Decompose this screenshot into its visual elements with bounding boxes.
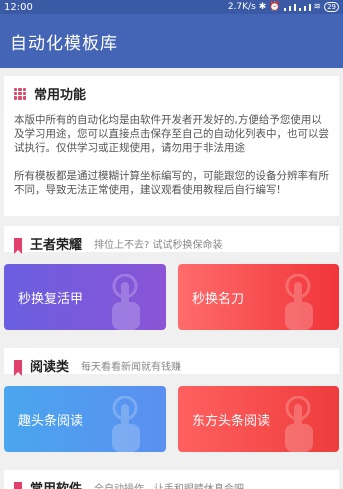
bookmark-icon	[14, 237, 22, 254]
tile-name-blade[interactable]: 秒换名刀	[178, 264, 339, 330]
battery-icon: 29	[324, 2, 339, 12]
network-speed: 2.7K/s	[227, 2, 256, 12]
intro-paragraph-2: 所有模板都是通过模糊计算坐标编写的，可能跟您的设备分辨率有所不同，导致无法正常使…	[14, 170, 329, 196]
signal-icon	[283, 3, 296, 11]
section-head: 常用软件 全自动操作，让手和眼睛休息会吧	[14, 478, 329, 489]
hand-pointer-icon	[285, 274, 313, 330]
tile-qutoutiao-reading[interactable]: 趣头条阅读	[4, 386, 166, 452]
intro-header: 常用功能	[14, 84, 329, 103]
intro-card: 常用功能 本版中所有的自动化均是由软件开发者开发好的,方便给予您使用以及学习用途…	[4, 76, 339, 216]
grid-icon	[14, 87, 26, 100]
app-bar: 自动化模板库	[0, 14, 343, 68]
section-head: 阅读类 每天看看新闻就有钱赚	[14, 356, 329, 376]
section-header-common-apps: 常用软件 全自动操作，让手和眼睛休息会吧	[4, 470, 339, 489]
status-bar: 12:00 2.7K/s ✱ ⏰ ≋ 29	[0, 0, 343, 14]
signal-icon-2	[298, 3, 311, 11]
tile-label: 趣头条阅读	[18, 413, 84, 429]
tile-dongfang-reading[interactable]: 东方头条阅读	[178, 386, 339, 452]
wifi-icon: ≋	[313, 2, 322, 12]
status-right: 2.7K/s ✱ ⏰ ≋ 29	[228, 2, 339, 12]
section-subtitle: 全自动操作，让手和眼睛休息会吧	[94, 480, 244, 489]
section-header-reading: 阅读类 每天看看新闻就有钱赚	[4, 348, 339, 376]
section-title: 王者荣耀	[30, 238, 83, 253]
intro-paragraph-1: 本版中所有的自动化均是由软件开发者开发好的,方便给予您使用以及学习用途，您可以直…	[14, 114, 329, 154]
status-time: 12:00	[4, 1, 33, 13]
bookmark-icon	[14, 359, 22, 376]
section-subtitle: 排位上不去? 试试秒换保命装	[94, 240, 223, 251]
intro-title: 常用功能	[34, 88, 87, 103]
section-header-wangzhe: 王者荣耀 排位上不去? 试试秒换保命装	[4, 226, 339, 254]
tile-label: 东方头条阅读	[192, 413, 271, 429]
hand-pointer-icon	[285, 396, 313, 452]
hand-pointer-icon	[112, 274, 140, 330]
section-subtitle: 每天看看新闻就有钱赚	[81, 362, 182, 373]
hand-pointer-icon	[112, 396, 140, 452]
bookmark-icon	[14, 481, 22, 489]
page-title: 自动化模板库	[10, 33, 118, 54]
alarm-icon: ⏰	[269, 2, 281, 12]
tile-label: 秒换名刀	[192, 291, 245, 307]
tile-label: 秒换复活甲	[18, 291, 84, 307]
section-title: 阅读类	[30, 360, 70, 375]
section-title: 常用软件	[30, 478, 82, 489]
tile-revive-armor[interactable]: 秒换复活甲	[4, 264, 166, 330]
bluetooth-icon: ✱	[258, 2, 267, 12]
section-head: 王者荣耀 排位上不去? 试试秒换保命装	[14, 234, 329, 254]
